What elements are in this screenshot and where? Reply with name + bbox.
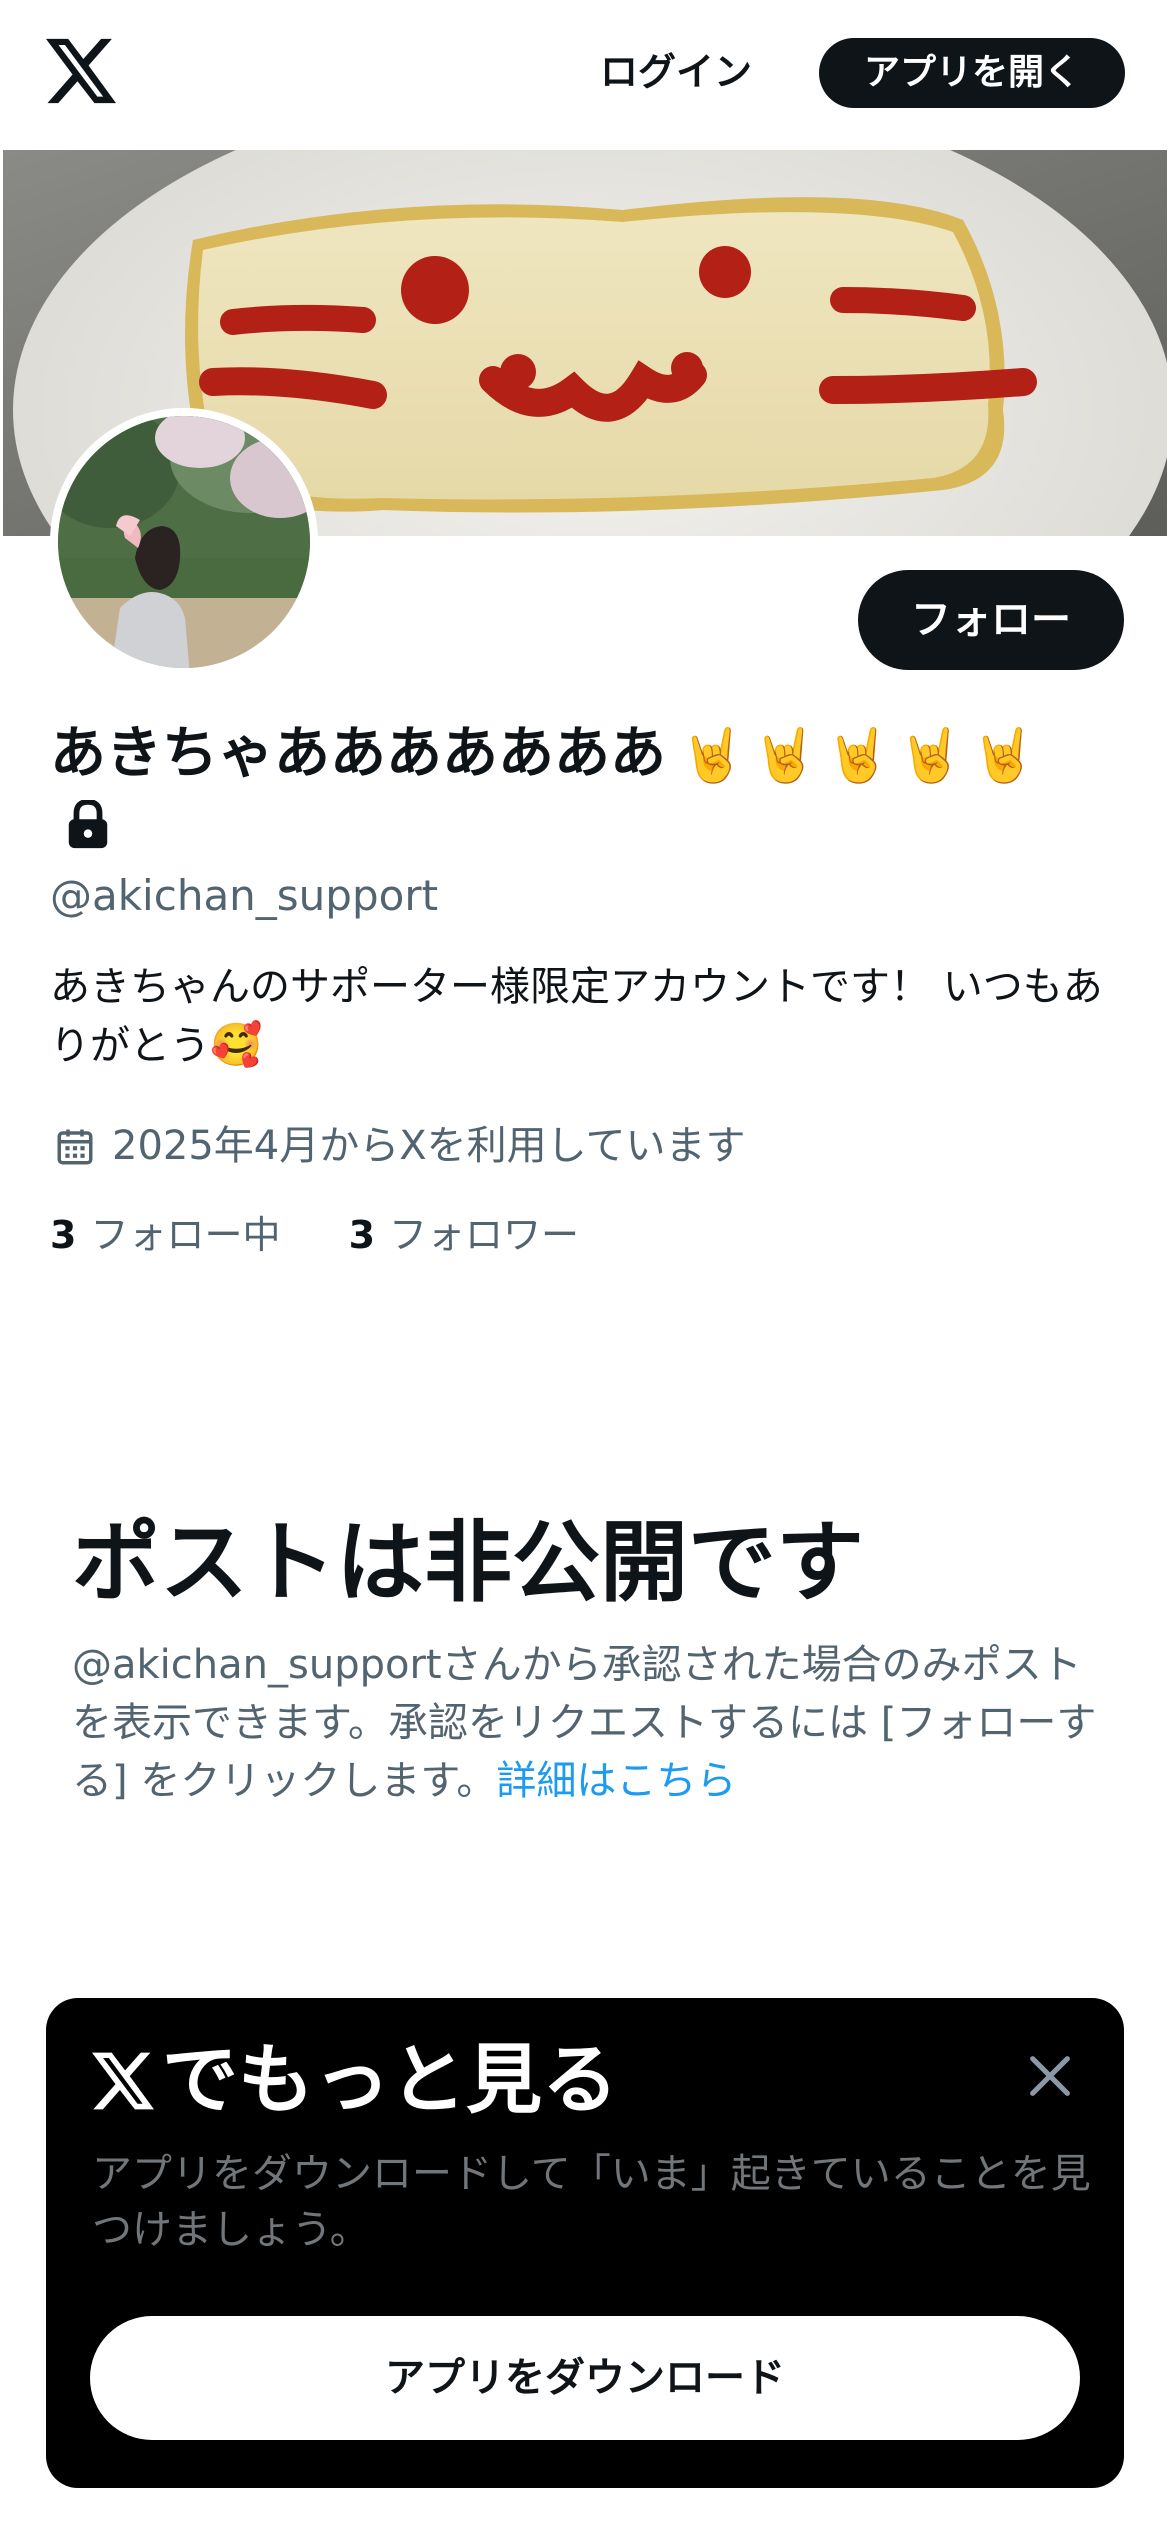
login-link[interactable]: ログイン (600, 40, 752, 104)
following-label: フォロー中 (90, 1213, 281, 1257)
learn-more-link[interactable]: 詳細はこちら (496, 1758, 736, 1804)
open-app-button[interactable]: アプリを開く (819, 38, 1125, 108)
private-posts-title: ポストは非公開です (72, 1511, 865, 1614)
promo-title: でもっと見る (92, 2030, 618, 2130)
followers-count: 3 (348, 1213, 376, 1257)
display-name: あきちゃあああああああ (50, 721, 666, 786)
display-name-emojis: 🤘🤘🤘🤘🤘 (680, 726, 1044, 786)
avatar-image (50, 408, 318, 676)
profile-bio: あきちゃんのサポーター様限定アカウントです！ いつもありがとう🥰 (50, 958, 1130, 1075)
follow-button[interactable]: フォロー (858, 570, 1124, 670)
close-icon[interactable] (1024, 2050, 1076, 2102)
promo-title-text: でもっと見る (162, 2035, 618, 2124)
followers-label: フォロワー (389, 1213, 580, 1257)
app-promo-sheet: でもっと見る アプリをダウンロードして「いま」起きていることを見つけましょう。 … (46, 1998, 1124, 2488)
x-logo-icon (92, 2052, 154, 2110)
profile-avatar[interactable] (50, 408, 318, 676)
followers-stat[interactable]: 3 フォロワー (349, 1208, 579, 1262)
following-count: 3 (50, 1213, 77, 1257)
bio-emoji: 🥰 (210, 1020, 263, 1069)
joined-date: 2025年4月からXを利用しています (112, 1123, 746, 1169)
lock-icon (68, 800, 108, 849)
calendar-icon (57, 1129, 93, 1165)
promo-description: アプリをダウンロードして「いま」起きていることを見つけましょう。 (92, 2151, 1091, 2253)
download-app-button[interactable]: アプリをダウンロード (90, 2316, 1080, 2440)
top-bar: ログイン アプリを開く (0, 0, 1170, 150)
bio-text: あきちゃんのサポーター様限定アカウントです！ いつもありがとう (50, 964, 1103, 1069)
private-posts-description: @akichan_supportさんから承認された場合のみポストを表示できます。… (72, 1636, 1102, 1810)
profile-handle: @akichan_support (50, 871, 439, 920)
follow-stats: 3 フォロー中 3 フォロワー (50, 1208, 635, 1262)
x-logo-icon[interactable] (46, 38, 116, 104)
following-stat[interactable]: 3 フォロー中 (50, 1208, 280, 1262)
